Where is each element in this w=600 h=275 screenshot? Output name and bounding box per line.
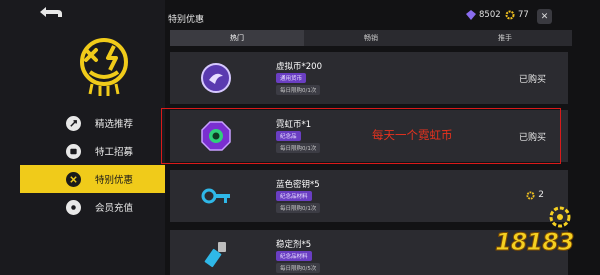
sidebar-item-label: 特工招募 bbox=[95, 147, 134, 158]
item-name: 蓝色密钥*5 bbox=[276, 180, 320, 190]
item-tag: 纪念品材料 bbox=[276, 251, 312, 261]
sidebar-item-member-recharge[interactable]: 会员充值 bbox=[20, 193, 165, 221]
currency-gears: 77 bbox=[505, 10, 529, 20]
item-tag: 通用货币 bbox=[276, 73, 307, 83]
item-name: 稳定剂*5 bbox=[276, 240, 312, 250]
purple-gem-icon bbox=[466, 10, 476, 20]
tab-hot[interactable]: 热门 bbox=[170, 30, 304, 46]
item-limit: 每日限购0/5次 bbox=[276, 263, 321, 273]
item-limit: 每日限购0/1次 bbox=[276, 85, 321, 95]
shop-item-virtual-coin[interactable]: 虚拟币*200 通用货币 每日限购0/1次 已购买 bbox=[170, 52, 568, 104]
special-offer-icon bbox=[66, 171, 81, 187]
stabilizer-icon bbox=[204, 242, 226, 268]
sidebar-item-label: 特别优惠 bbox=[95, 175, 134, 186]
sidebar-item-special-offer[interactable]: 特别优惠 bbox=[20, 165, 165, 193]
item-price[interactable]: 2 bbox=[526, 190, 544, 200]
blue-key-icon bbox=[201, 188, 230, 204]
price-value: 2 bbox=[538, 190, 544, 200]
sidebar-item-recruit[interactable]: 特工招募 bbox=[20, 137, 165, 165]
page-title: 特别优惠 bbox=[168, 15, 205, 25]
gear-count: 77 bbox=[518, 10, 529, 20]
gold-gear-icon bbox=[505, 10, 515, 20]
sidebar-item-label: 精选推荐 bbox=[95, 119, 134, 130]
tab-recommend[interactable]: 推手 bbox=[438, 30, 572, 46]
currency-gems: 8502 bbox=[466, 10, 501, 20]
member-recharge-icon bbox=[66, 199, 81, 215]
back-icon[interactable] bbox=[38, 5, 64, 19]
highlight-box bbox=[161, 108, 561, 164]
item-limit: 每日限购0/1次 bbox=[276, 203, 321, 213]
virtual-coin-icon bbox=[201, 63, 231, 93]
tab-bar: 热门 畅销 推手 bbox=[170, 30, 572, 46]
gold-gear-icon bbox=[526, 190, 535, 200]
tab-bestseller[interactable]: 畅销 bbox=[304, 30, 438, 46]
annotation-text: 每天一个霓虹币 bbox=[372, 128, 453, 142]
close-button[interactable]: ✕ bbox=[537, 9, 552, 24]
sidebar-item-label: 会员充值 bbox=[95, 203, 134, 214]
sidebar-item-recommend[interactable]: 精选推荐 bbox=[20, 109, 165, 137]
item-tag: 纪念品材料 bbox=[276, 191, 312, 201]
purchased-status: 已购买 bbox=[518, 75, 546, 85]
item-name: 虚拟币*200 bbox=[276, 62, 322, 72]
agent-logo bbox=[80, 38, 128, 96]
recommend-icon bbox=[66, 115, 81, 131]
watermark-text: 18183 bbox=[495, 228, 575, 257]
recruit-icon bbox=[66, 143, 81, 159]
gem-count: 8502 bbox=[479, 10, 501, 20]
sidebar: 精选推荐 特工招募 特别优惠 会员充值 bbox=[0, 0, 165, 275]
